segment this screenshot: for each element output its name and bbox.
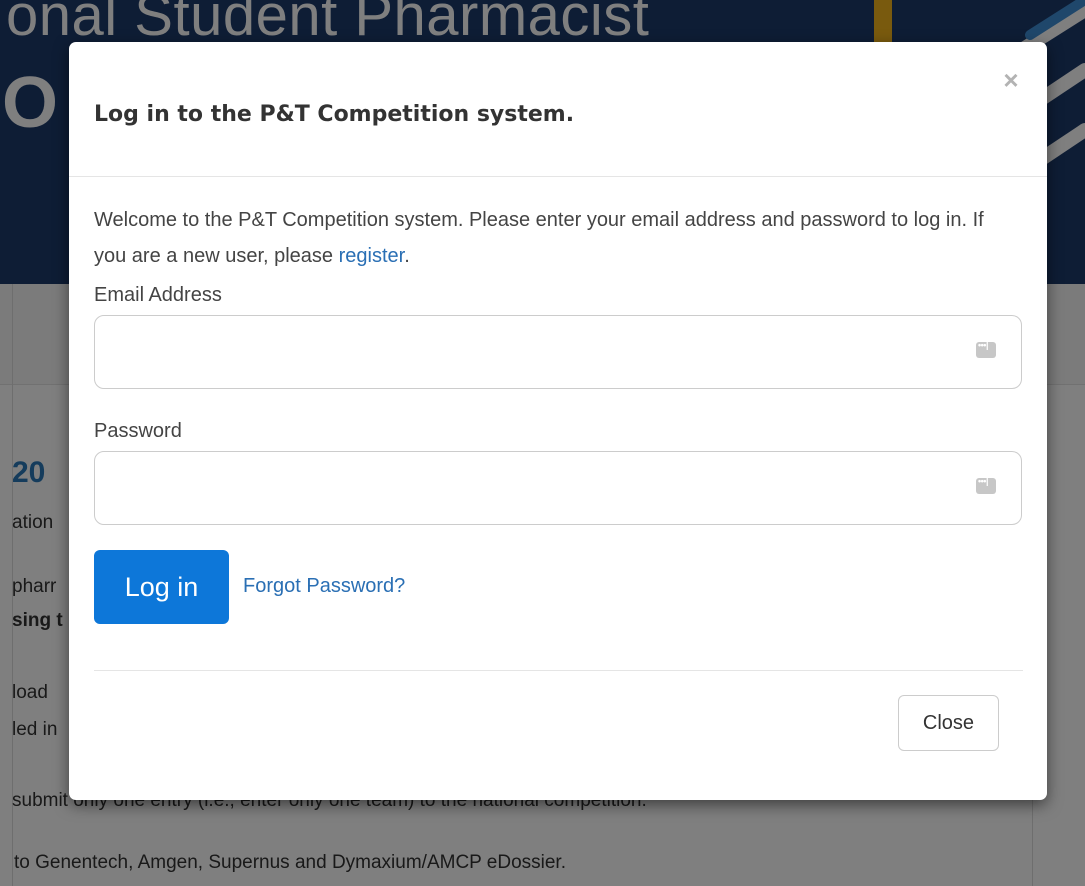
email-field[interactable]	[94, 315, 1022, 389]
forgot-password-link[interactable]: Forgot Password?	[243, 575, 405, 598]
close-icon[interactable]: ×	[999, 67, 1023, 93]
password-label: Password	[94, 420, 182, 442]
footer-divider	[94, 670, 1023, 671]
close-button[interactable]: Close	[898, 695, 999, 751]
login-modal: Log in to the P&T Competition system. × …	[69, 42, 1047, 800]
password-field[interactable]	[94, 451, 1022, 525]
modal-header: Log in to the P&T Competition system. ×	[69, 42, 1047, 177]
intro-text-body: Welcome to the P&T Competition system. P…	[94, 209, 984, 267]
password-manager-icon[interactable]	[976, 476, 996, 494]
modal-title: Log in to the P&T Competition system.	[94, 102, 575, 127]
password-manager-icon[interactable]	[976, 340, 996, 358]
register-link[interactable]: register	[339, 245, 405, 267]
email-label: Email Address	[94, 284, 222, 306]
login-button[interactable]: Log in	[94, 550, 229, 624]
intro-text-end: .	[404, 245, 410, 267]
intro-text: Welcome to the P&T Competition system. P…	[94, 202, 994, 274]
